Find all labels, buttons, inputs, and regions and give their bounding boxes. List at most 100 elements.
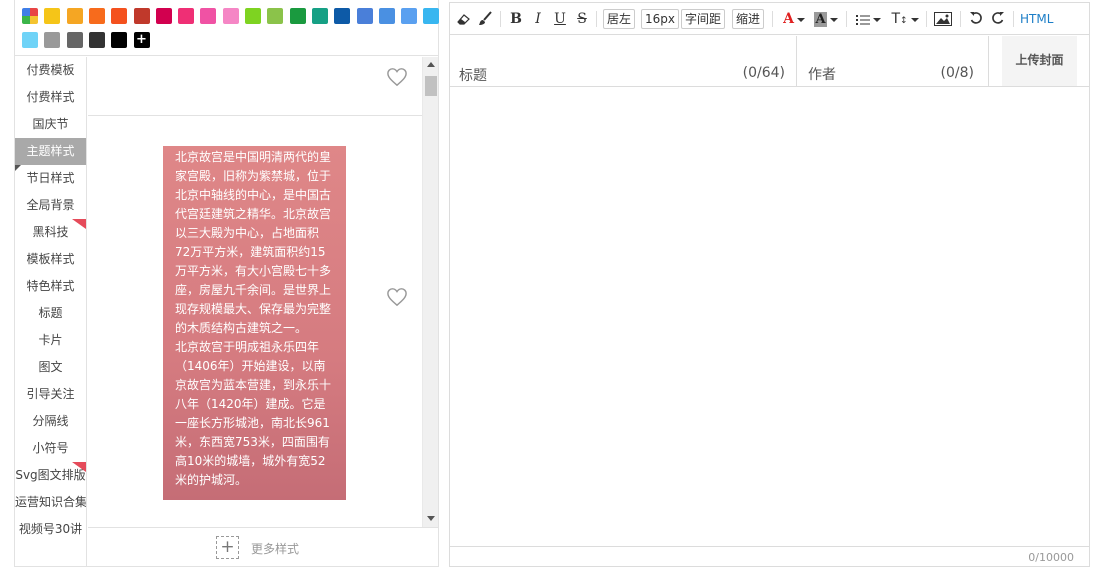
sidebar-item-label: 国庆节 bbox=[32, 117, 69, 131]
list-dropdown[interactable] bbox=[853, 9, 883, 29]
text-card-preview[interactable]: 北京故宫是中国明清两代的皇家宫殿，旧称为紫禁城，位于北京中轴线的中心，是中国古代… bbox=[163, 146, 346, 500]
more-styles-button[interactable]: + 更多样式 bbox=[88, 527, 438, 566]
upload-cover-button[interactable]: 上传封面 bbox=[1002, 36, 1077, 86]
content-char-counter: 0/10000 bbox=[1028, 551, 1074, 564]
font-color-icon: A bbox=[783, 11, 794, 27]
article-header-fields: 标题 (0/64) 作者 (0/8) 上传封面 bbox=[450, 36, 1089, 87]
color-swatch[interactable] bbox=[356, 8, 373, 24]
color-swatch[interactable] bbox=[155, 8, 172, 24]
style-card[interactable] bbox=[88, 57, 422, 116]
sidebar-item[interactable]: 付费样式 bbox=[15, 84, 86, 111]
category-sidebar: 付费模板付费样式国庆节主题样式节日样式全局背景黑科技模板样式 特色样式 标题 卡片图文… bbox=[15, 57, 87, 566]
style-library-panel: + 付费模板付费样式国庆节主题样式节日样式全局背景黑科技模板样式 特色样式 标题 卡片… bbox=[14, 0, 440, 567]
color-swatch[interactable] bbox=[133, 8, 150, 24]
font-size-dropdown[interactable]: 16px bbox=[641, 9, 679, 29]
favorite-heart-icon[interactable] bbox=[386, 67, 408, 87]
sidebar-item[interactable]: 全局背景 bbox=[15, 192, 86, 219]
color-swatch[interactable] bbox=[66, 32, 83, 48]
sidebar-item[interactable]: 特色样式 bbox=[15, 273, 86, 300]
color-swatch[interactable] bbox=[88, 32, 105, 48]
sidebar-item[interactable]: 节日样式 bbox=[15, 165, 86, 192]
sidebar-item-label: 运营知识合集 bbox=[15, 495, 86, 509]
sidebar-item[interactable]: 付费模板 bbox=[15, 57, 86, 84]
sidebar-item[interactable]: 小符号 bbox=[15, 435, 86, 462]
sidebar-item[interactable]: 国庆节 bbox=[15, 111, 86, 138]
line-height-dropdown[interactable]: T↕ bbox=[890, 9, 920, 29]
bold-button[interactable]: B bbox=[508, 9, 524, 29]
color-swatch[interactable] bbox=[111, 8, 128, 24]
color-swatch[interactable] bbox=[334, 8, 351, 24]
color-swatch[interactable] bbox=[88, 8, 105, 24]
undo-icon[interactable] bbox=[969, 11, 983, 25]
new-badge-icon bbox=[72, 219, 86, 229]
sidebar-item[interactable]: 模板样式 bbox=[15, 246, 86, 273]
insert-image-icon[interactable] bbox=[934, 12, 952, 26]
rich-text-editor: B I U S 居左 16px 字间距 缩进 A A T↕ HTML 标题 (0… bbox=[449, 2, 1090, 567]
html-source-button[interactable]: HTML bbox=[1020, 9, 1053, 29]
sidebar-item[interactable]: 黑科技 bbox=[15, 219, 86, 246]
indent-dropdown[interactable]: 缩进 bbox=[732, 9, 765, 29]
color-swatch[interactable] bbox=[245, 8, 261, 24]
toolbar-divider bbox=[772, 11, 773, 27]
align-dropdown[interactable]: 居左 bbox=[603, 9, 636, 29]
color-swatch[interactable] bbox=[22, 32, 38, 48]
sidebar-item[interactable]: Svg图文排版 bbox=[15, 462, 86, 489]
strikethrough-button[interactable]: S bbox=[574, 9, 590, 29]
color-swatch[interactable] bbox=[111, 32, 128, 48]
style-list-scrollbar[interactable] bbox=[422, 57, 438, 527]
chevron-down-icon bbox=[829, 17, 838, 22]
color-swatch[interactable] bbox=[289, 8, 306, 24]
sidebar-item[interactable]: 引导关注 bbox=[15, 381, 86, 408]
italic-button[interactable]: I bbox=[530, 9, 546, 29]
editor-content-area[interactable] bbox=[450, 88, 1089, 546]
color-swatch[interactable] bbox=[311, 8, 328, 24]
color-swatch[interactable] bbox=[200, 8, 217, 24]
color-swatch[interactable] bbox=[178, 8, 195, 24]
author-char-counter: (0/8) bbox=[940, 65, 974, 81]
redo-icon[interactable] bbox=[991, 11, 1005, 25]
sidebar-item-label: 黑科技 bbox=[32, 225, 69, 239]
toolbar-divider bbox=[500, 11, 501, 27]
sidebar-item[interactable]: 主题样式 bbox=[15, 138, 86, 165]
scroll-up-arrow-icon[interactable] bbox=[427, 62, 435, 67]
sidebar-item[interactable]: 运营知识合集 bbox=[15, 489, 86, 516]
add-icon: + bbox=[216, 536, 239, 559]
sidebar-item[interactable]: 图文 bbox=[15, 354, 86, 381]
text-card-paragraph: 北京故宫是中国明清两代的皇家宫殿，旧称为紫禁城，位于北京中轴线的中心，是中国古代… bbox=[175, 150, 332, 335]
color-swatch[interactable] bbox=[44, 32, 61, 48]
style-preview-list[interactable]: 北京故宫是中国明清两代的皇家宫殿，旧称为紫禁城，位于北京中轴线的中心，是中国古代… bbox=[88, 57, 422, 527]
format-painter-icon[interactable] bbox=[477, 11, 493, 27]
toolbar-divider bbox=[1013, 11, 1014, 27]
favorite-heart-icon[interactable] bbox=[386, 287, 408, 307]
sidebar-item-label: 分隔线 bbox=[32, 414, 69, 428]
background-color-button[interactable]: A bbox=[812, 9, 840, 29]
color-swatch[interactable] bbox=[423, 8, 440, 24]
sidebar-item-label: 节日样式 bbox=[26, 171, 75, 185]
sidebar-item-label: 小符号 bbox=[32, 441, 69, 455]
sidebar-item[interactable]: 标题 bbox=[15, 300, 86, 327]
color-picker-swatch[interactable] bbox=[22, 8, 38, 24]
sidebar-item-label: 图文 bbox=[38, 360, 63, 374]
color-swatch[interactable] bbox=[66, 8, 83, 24]
sidebar-item-label: 引导关注 bbox=[26, 387, 75, 401]
color-swatch[interactable] bbox=[267, 8, 284, 24]
sidebar-item-label: 付费样式 bbox=[26, 90, 75, 104]
eraser-icon[interactable] bbox=[456, 11, 472, 27]
color-swatch[interactable] bbox=[401, 8, 418, 24]
scroll-down-arrow-icon[interactable] bbox=[427, 516, 435, 521]
font-color-button[interactable]: A bbox=[780, 9, 808, 29]
sidebar-item[interactable]: 卡片 bbox=[15, 327, 86, 354]
author-input[interactable]: 作者 (0/8) bbox=[798, 36, 989, 86]
sidebar-item-label: 全局背景 bbox=[26, 198, 75, 212]
underline-button[interactable]: U bbox=[552, 9, 568, 29]
title-input[interactable]: 标题 (0/64) bbox=[450, 36, 797, 86]
scroll-thumb[interactable] bbox=[425, 76, 437, 96]
sidebar-item[interactable]: 视频号30讲 bbox=[15, 516, 86, 543]
sidebar-item[interactable]: 分隔线 bbox=[15, 408, 86, 435]
letter-spacing-dropdown[interactable]: 字间距 bbox=[681, 9, 726, 29]
add-custom-color-button[interactable]: + bbox=[133, 32, 150, 48]
color-swatch[interactable] bbox=[222, 8, 239, 24]
style-card[interactable]: 北京故宫是中国明清两代的皇家宫殿，旧称为紫禁城，位于北京中轴线的中心，是中国古代… bbox=[88, 116, 422, 527]
color-swatch[interactable] bbox=[378, 8, 395, 24]
color-swatch[interactable] bbox=[44, 8, 61, 24]
